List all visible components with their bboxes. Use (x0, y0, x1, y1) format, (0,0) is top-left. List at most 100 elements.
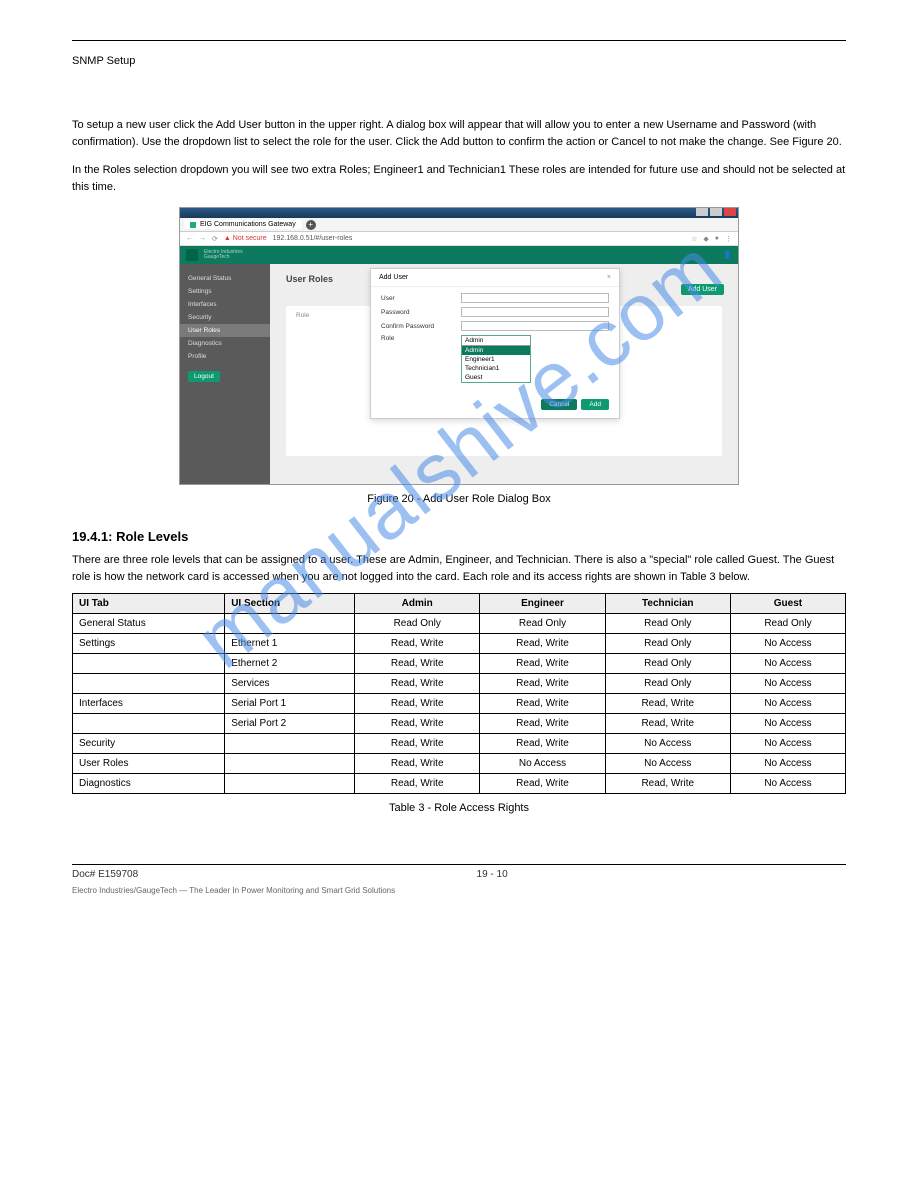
back-icon[interactable]: ← (186, 235, 193, 242)
user-label: User (381, 295, 461, 302)
th-engineer: Engineer (480, 594, 605, 614)
table-cell: User Roles (73, 754, 225, 774)
page-footer: Doc# E159708 19 - 10 (72, 869, 846, 880)
table-cell: Read, Write (605, 714, 730, 734)
table-cell: Read Only (605, 674, 730, 694)
th-guest: Guest (730, 594, 845, 614)
profile-icon[interactable]: ● (715, 235, 719, 243)
table-cell (73, 714, 225, 734)
table-cell: No Access (730, 734, 845, 754)
app-sidebar: General Status Settings Interfaces Secur… (180, 264, 270, 484)
table-cell: No Access (480, 754, 605, 774)
table-cell: Read, Write (355, 754, 480, 774)
sidebar-item-interfaces[interactable]: Interfaces (180, 298, 270, 311)
reload-icon[interactable]: ⟳ (212, 235, 218, 243)
table-cell: Read Only (605, 614, 730, 634)
tab-favicon (190, 222, 196, 228)
password-label: Password (381, 309, 461, 316)
table-cell: Read, Write (355, 674, 480, 694)
table-cell: Diagnostics (73, 774, 225, 794)
footer-page: 19 - 10 (138, 869, 846, 880)
ext-icon[interactable]: ◆ (703, 235, 708, 243)
table-cell: No Access (730, 694, 845, 714)
app-content: User Roles Add User Role Add User × User… (270, 264, 738, 484)
footer-rule (72, 864, 846, 865)
table-cell: Ethernet 2 (225, 654, 355, 674)
table-cell: Read Only (355, 614, 480, 634)
modal-title: Add User (379, 274, 408, 281)
sidebar-item-user-roles[interactable]: User Roles (180, 324, 270, 337)
th-technician: Technician (605, 594, 730, 614)
forward-icon[interactable]: → (199, 235, 206, 242)
role-select[interactable]: Admin Admin Engineer1 Technician1 Guest (461, 335, 531, 383)
topbar-user-icon[interactable]: 👤 (723, 251, 732, 259)
table-cell: No Access (730, 674, 845, 694)
role-option[interactable]: Admin (462, 346, 530, 355)
brand-line2: GaugeTech (204, 255, 243, 260)
browser-addressbar: ← → ⟳ ▲ Not secure 192.168.0.51/#/user-r… (180, 232, 738, 246)
table-cell: Read, Write (355, 714, 480, 734)
intro-para-1: To setup a new user click the Add User b… (72, 117, 846, 150)
page-header: SNMP Setup (72, 55, 846, 67)
addrbar-right-icons: ☆ ◆ ● ⋮ (691, 235, 732, 243)
add-button[interactable]: Add (581, 399, 609, 410)
table-cell: Read, Write (480, 674, 605, 694)
table-cell: No Access (605, 734, 730, 754)
table-cell: Read Only (605, 654, 730, 674)
table-cell: No Access (730, 634, 845, 654)
table-cell: Read, Write (480, 694, 605, 714)
top-rule (72, 40, 846, 41)
figure-caption: Figure 20 - Add User Role Dialog Box (72, 493, 846, 505)
brand-logo (186, 249, 198, 261)
role-option[interactable]: Engineer1 (462, 355, 530, 364)
sidebar-item-general-status[interactable]: General Status (180, 272, 270, 285)
section-heading: 19.4.1: Role Levels (72, 529, 846, 544)
role-option[interactable]: Technician1 (462, 364, 530, 373)
browser-tab[interactable]: EIG Communications Gateway (184, 220, 302, 229)
menu-icon[interactable]: ⋮ (725, 235, 732, 243)
table-cell: No Access (730, 654, 845, 674)
new-tab-button[interactable]: + (306, 220, 316, 230)
app-topbar: Electro Industries GaugeTech 👤 (180, 246, 738, 264)
sidebar-item-diagnostics[interactable]: Diagnostics (180, 337, 270, 350)
table-cell: No Access (730, 754, 845, 774)
table-cell: Settings (73, 634, 225, 654)
table-cell: Read, Write (605, 774, 730, 794)
role-rights-table: UI Tab UI Section Admin Engineer Technic… (72, 593, 846, 794)
table-caption: Table 3 - Role Access Rights (72, 802, 846, 814)
add-user-button[interactable]: Add User (681, 284, 724, 295)
table-cell: General Status (73, 614, 225, 634)
table-cell: Security (73, 734, 225, 754)
confirm-password-input[interactable] (461, 321, 609, 331)
logout-button[interactable]: Logout (188, 371, 220, 382)
role-option[interactable]: Guest (462, 373, 530, 382)
cancel-button[interactable]: Cancel (541, 399, 577, 410)
sidebar-item-profile[interactable]: Profile (180, 350, 270, 363)
footer-left: Doc# E159708 (72, 869, 138, 880)
table-cell: Read, Write (605, 694, 730, 714)
table-cell (73, 674, 225, 694)
th-ui-tab: UI Tab (73, 594, 225, 614)
table-cell (225, 754, 355, 774)
close-icon[interactable]: × (607, 274, 611, 281)
table-cell: No Access (605, 754, 730, 774)
intro-para-2: In the Roles selection dropdown you will… (72, 162, 846, 195)
table-cell (225, 614, 355, 634)
table-cell: Read, Write (355, 774, 480, 794)
table-cell: Read, Write (480, 654, 605, 674)
table-cell: Read Only (480, 614, 605, 634)
url-text[interactable]: 192.168.0.51/#/user-roles (273, 235, 353, 242)
tab-title: EIG Communications Gateway (200, 221, 296, 228)
sidebar-item-security[interactable]: Security (180, 311, 270, 324)
role-option[interactable]: Admin (462, 336, 530, 346)
user-input[interactable] (461, 293, 609, 303)
table-cell (73, 654, 225, 674)
th-ui-section: UI Section (225, 594, 355, 614)
password-input[interactable] (461, 307, 609, 317)
confirm-password-label: Confirm Password (381, 323, 461, 330)
sidebar-item-settings[interactable]: Settings (180, 285, 270, 298)
th-admin: Admin (355, 594, 480, 614)
section-desc: There are three role levels that can be … (72, 552, 846, 585)
star-icon[interactable]: ☆ (691, 235, 697, 243)
table-cell: Services (225, 674, 355, 694)
